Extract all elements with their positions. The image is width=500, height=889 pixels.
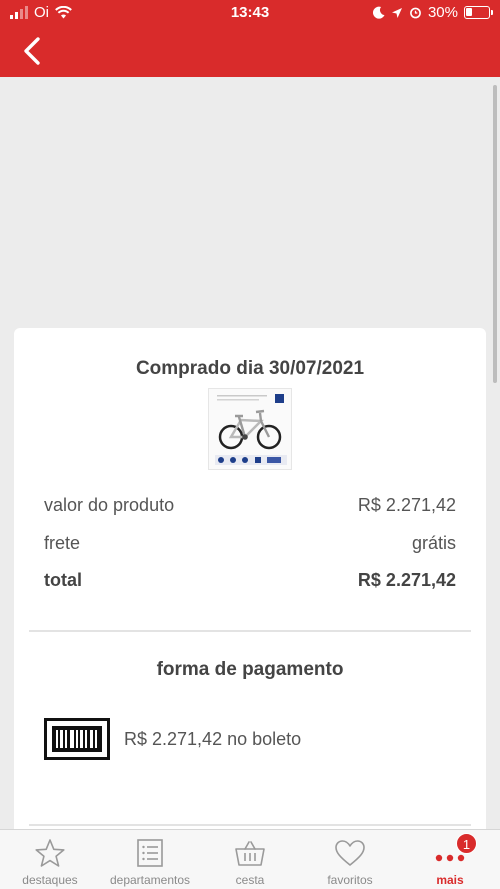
barcode-icon [44,718,110,760]
shipping-label: frete [44,533,81,553]
product-value-label: valor do produto [44,495,175,515]
bottom-nav: destaques departamentos cesta favoritos … [0,829,500,889]
product-image[interactable] [208,388,292,470]
location-arrow-icon [391,7,402,18]
heart-icon [335,840,365,866]
nav-item-destaques[interactable]: destaques [0,830,100,889]
app-header: Oi 13:43 30% [0,0,500,77]
product-value: R$ 2.271,42 [357,495,456,515]
notification-badge: 1 [456,833,477,854]
shipping-value: grátis [411,533,456,553]
nav-label: cesta [235,873,265,887]
scrollbar[interactable] [493,85,497,383]
moon-icon [372,6,385,19]
battery-icon [464,6,493,19]
total-value: R$ 2.271,42 [357,570,456,590]
bicycle-icon [215,394,287,465]
nav-label: departamentos [109,873,191,887]
divider [29,630,471,632]
row-product-value: valor do produto R$ 2.271,42 [44,495,456,516]
row-shipping: frete grátis [44,533,456,554]
basket-icon [235,841,265,866]
payment-text: R$ 2.271,42 no boleto [124,728,302,749]
payment-method: R$ 2.271,42 no boleto [44,718,301,760]
total-label: total [44,570,82,590]
divider [29,824,471,826]
nav-item-favoritos[interactable]: favoritos [300,830,400,889]
battery-percent: 30% [427,4,458,21]
list-icon [137,839,163,867]
star-icon [35,839,65,867]
back-button[interactable] [16,34,50,68]
order-date-title: Comprado dia 30/07/2021 [135,358,365,379]
nav-item-mais[interactable]: 1 mais [400,830,500,889]
nav-item-cesta[interactable]: cesta [200,830,300,889]
alarm-icon [410,7,421,19]
nav-label: mais [436,873,464,887]
status-bar: Oi 13:43 30% [0,0,500,26]
nav-label: destaques [22,873,78,887]
order-card: Comprado dia 30/07/2021 valor do produto… [14,328,486,848]
payment-section-title: forma de pagamento [156,659,344,680]
nav-item-departamentos[interactable]: departamentos [100,830,200,889]
nav-label: favoritos [327,873,373,887]
row-total: total R$ 2.271,42 [44,570,456,591]
